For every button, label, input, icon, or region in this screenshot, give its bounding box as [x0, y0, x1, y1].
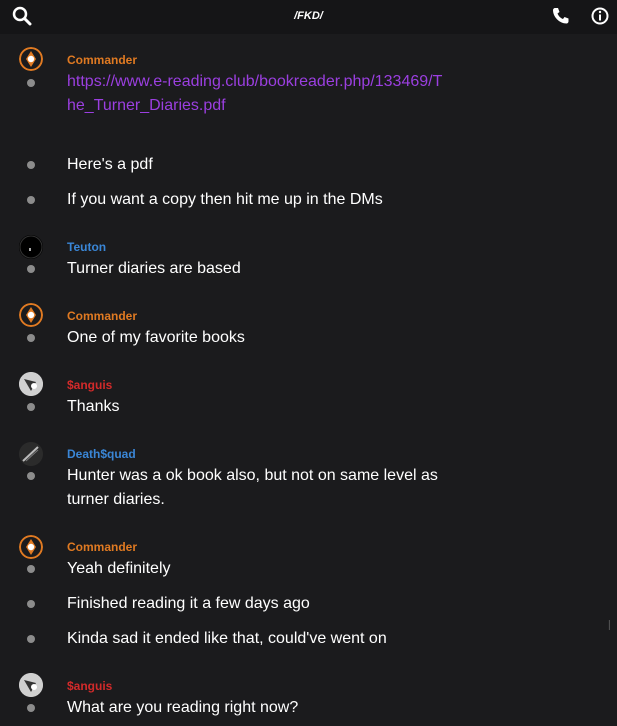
message-bullet: [27, 704, 35, 712]
username[interactable]: Teuton: [67, 240, 106, 254]
user-avatar[interactable]: [19, 303, 43, 327]
user-avatar[interactable]: [19, 442, 43, 466]
user-avatar[interactable]: [19, 535, 43, 559]
username[interactable]: Death$quad: [67, 447, 136, 461]
message-text: What are you reading right now?: [67, 699, 299, 716]
message-text: Finished reading it a few days ago: [67, 595, 310, 612]
message-text: If you want a copy then hit me up in the…: [67, 191, 383, 208]
message-bullet: [27, 635, 35, 643]
message-bullet: [27, 196, 35, 204]
message-text: Kinda sad it ended like that, could've w…: [67, 630, 387, 647]
message-bullet: [27, 600, 35, 608]
user-avatar[interactable]: [19, 673, 43, 697]
user-avatar[interactable]: [19, 235, 43, 259]
top-bar: /FKD/: [0, 0, 617, 34]
message-text: Turner diaries are based: [67, 260, 241, 277]
message-text: One of my favorite books: [67, 329, 245, 346]
message-bullet: [27, 265, 35, 273]
scrollbar-edge[interactable]: ⎸: [609, 620, 617, 644]
message-bullet: [27, 403, 35, 411]
message-text: Hunter was a ok book also, but not on sa…: [67, 467, 438, 508]
message-bullet: [27, 334, 35, 342]
username[interactable]: $anguis: [67, 378, 112, 392]
username[interactable]: Commander: [67, 309, 137, 323]
user-avatar[interactable]: [19, 47, 43, 71]
message-text: Yeah definitely: [67, 560, 171, 577]
message-bullet: [27, 472, 35, 480]
message-text: Here's a pdf: [67, 156, 153, 173]
message-bullet: [27, 565, 35, 573]
info-icon[interactable]: [590, 6, 610, 26]
message-bullet: [27, 79, 35, 87]
message-text: Thanks: [67, 398, 120, 415]
user-avatar[interactable]: [19, 372, 43, 396]
message-link[interactable]: https://www.e-reading.club/bookreader.ph…: [67, 70, 445, 118]
message-bullet: [27, 161, 35, 169]
phone-icon[interactable]: [551, 6, 571, 26]
username[interactable]: $anguis: [67, 679, 112, 693]
username[interactable]: Commander: [67, 540, 137, 554]
message-list[interactable]: Commander https://www.e-reading.club/boo…: [0, 34, 617, 726]
username[interactable]: Commander: [67, 53, 137, 67]
channel-title: /FKD/: [294, 10, 323, 22]
